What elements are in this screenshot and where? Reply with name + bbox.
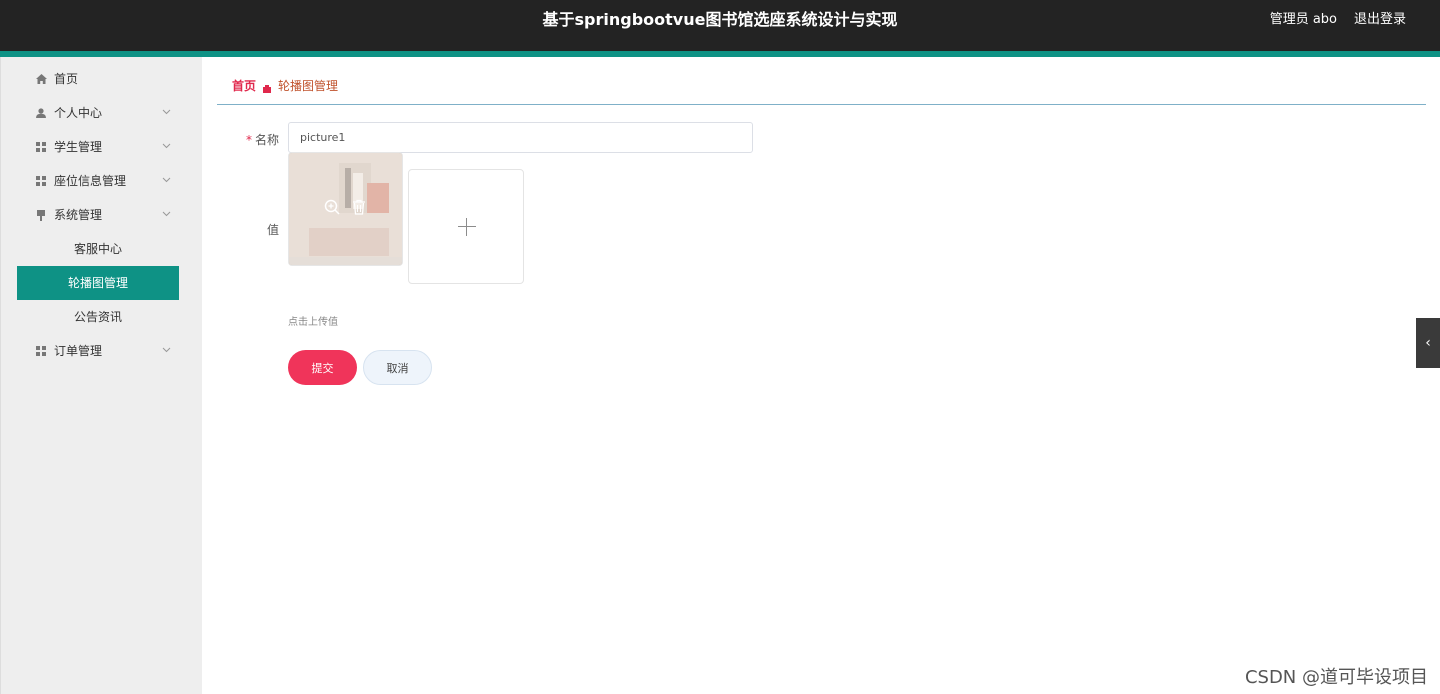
sidebar-item-label: 系统管理 <box>54 208 103 222</box>
top-bar: 基于springbootvue图书馆选座系统设计与实现 管理员 abo 退出登录 <box>0 0 1440 51</box>
sidebar: 首页 个人中心 学生管理 座位信息管理 系统管理 客服中心 轮播图管理 公告资讯… <box>0 57 202 694</box>
zoom-in-icon[interactable] <box>324 199 340 215</box>
plus-icon <box>458 226 476 227</box>
chevron-up-icon <box>162 198 171 232</box>
sidebar-item-seat-management[interactable]: 座位信息管理 <box>1 164 203 198</box>
delete-icon[interactable] <box>351 199 367 215</box>
name-label-text: 名称 <box>254 133 279 147</box>
required-marker: * <box>245 133 252 147</box>
sidebar-item-label: 个人中心 <box>54 106 103 120</box>
thumbnail-hover-overlay <box>289 153 402 265</box>
sidebar-subitem-announcements[interactable]: 公告资讯 <box>17 300 179 334</box>
cancel-button[interactable]: 取消 <box>363 350 432 385</box>
home-icon <box>35 62 47 96</box>
breadcrumb-current: 轮播图管理 <box>278 79 339 93</box>
image-upload-button[interactable] <box>408 169 524 284</box>
chevron-down-icon <box>162 164 171 198</box>
plus-icon-vertical <box>466 218 467 236</box>
sidebar-item-label: 学生管理 <box>54 140 103 154</box>
sidebar-item-label: 首页 <box>54 72 79 86</box>
grid-icon <box>35 164 47 198</box>
uploaded-image-thumbnail[interactable] <box>288 152 403 266</box>
breadcrumb-home[interactable]: 首页 <box>232 77 256 94</box>
logout-button[interactable]: 退出登录 <box>1354 0 1406 40</box>
upload-hint: 点击上传值 <box>288 317 338 328</box>
pin-icon <box>35 198 47 232</box>
value-label: 值 <box>266 223 279 237</box>
sidebar-subitem-customer-service[interactable]: 客服中心 <box>17 232 179 266</box>
breadcrumb-separator-icon <box>262 79 272 93</box>
sidebar-subitem-carousel-management[interactable]: 轮播图管理 <box>17 266 179 300</box>
panel-toggle-button[interactable]: ‹ <box>1416 318 1440 368</box>
sidebar-item-label: 座位信息管理 <box>54 174 127 188</box>
sidebar-item-personal-center[interactable]: 个人中心 <box>1 96 203 130</box>
chevron-down-icon <box>162 130 171 164</box>
name-label: * 名称 <box>240 131 279 148</box>
name-input[interactable] <box>288 122 753 153</box>
chevron-down-icon <box>162 96 171 130</box>
submit-button[interactable]: 提交 <box>288 350 357 385</box>
grid-icon <box>35 130 47 164</box>
sidebar-item-label: 订单管理 <box>54 344 103 358</box>
grid-icon <box>35 334 47 368</box>
sidebar-item-system-management[interactable]: 系统管理 <box>1 198 203 232</box>
app-title: 基于springbootvue图书馆选座系统设计与实现 <box>542 10 898 29</box>
current-user: 管理员 abo <box>1269 12 1337 27</box>
chevron-down-icon <box>162 334 171 368</box>
sidebar-item-student-management[interactable]: 学生管理 <box>1 130 203 164</box>
chevron-left-icon: ‹ <box>1425 335 1431 351</box>
sidebar-item-order-management[interactable]: 订单管理 <box>1 334 203 368</box>
user-icon <box>35 96 47 130</box>
watermark: CSDN @道可毕设项目 <box>1244 667 1428 688</box>
breadcrumb: 首页 轮播图管理 <box>217 57 1426 105</box>
sidebar-item-home[interactable]: 首页 <box>1 62 203 96</box>
